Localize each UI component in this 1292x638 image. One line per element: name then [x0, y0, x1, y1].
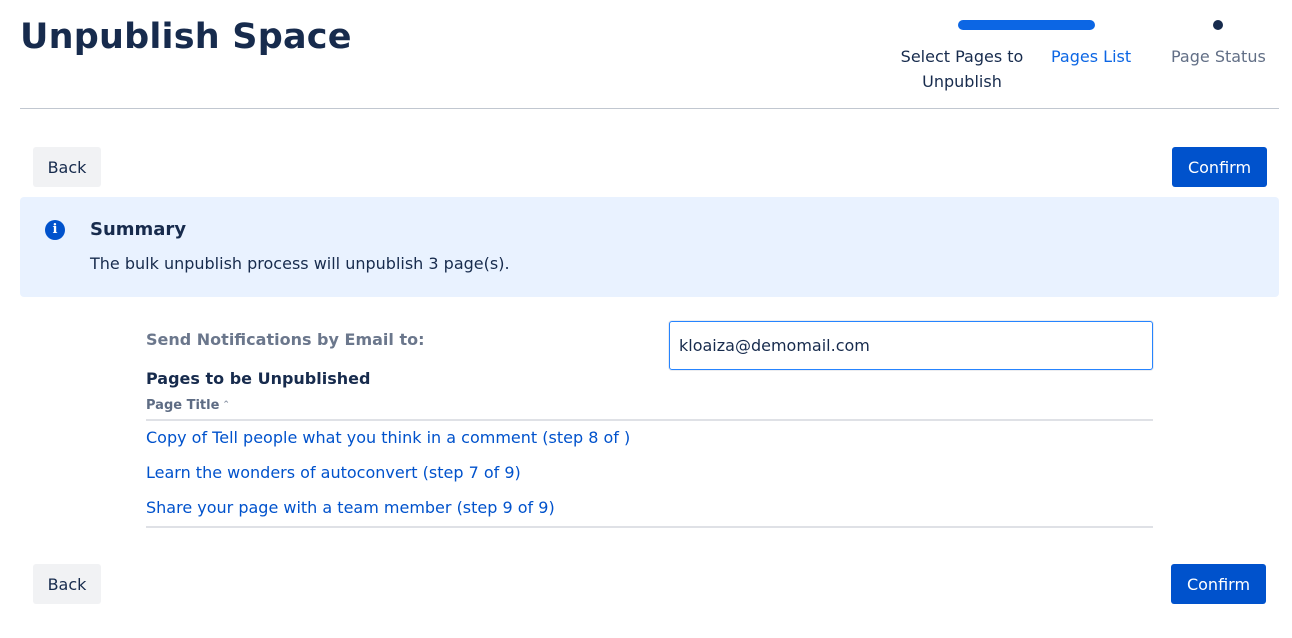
- tracker-dot-icon: [1213, 20, 1223, 30]
- table-row: Share your page with a team member (step…: [146, 491, 1153, 526]
- tracker-step-label: Pages List: [1051, 47, 1132, 66]
- back-button-top[interactable]: Back: [33, 147, 101, 187]
- column-header-label: Page Title: [146, 398, 220, 413]
- summary-panel: i Summary The bulk unpublish process wil…: [20, 197, 1279, 297]
- page-title: Unpublish Space: [20, 17, 352, 57]
- back-button-bottom[interactable]: Back: [33, 564, 101, 604]
- tracker-progress-bar: [958, 20, 1095, 30]
- page-link[interactable]: Copy of Tell people what you think in a …: [146, 428, 630, 447]
- notification-email-label: Send Notifications by Email to:: [146, 330, 425, 349]
- info-icon: i: [45, 220, 65, 240]
- progress-tracker: Select Pages to Unpublish Pages List Pag…: [880, 18, 1280, 98]
- pages-heading: Pages to be Unpublished: [146, 369, 371, 388]
- notification-email-input[interactable]: [669, 321, 1153, 370]
- tracker-step-label: Select Pages to Unpublish: [900, 47, 1024, 91]
- confirm-button-bottom[interactable]: Confirm: [1171, 564, 1266, 604]
- table-row: Learn the wonders of autoconvert (step 7…: [146, 456, 1153, 491]
- summary-title: Summary: [90, 219, 187, 240]
- sort-icon: ⌃: [222, 400, 230, 410]
- header-divider: [20, 108, 1279, 109]
- summary-text: The bulk unpublish process will unpublis…: [90, 254, 510, 273]
- page-link[interactable]: Learn the wonders of autoconvert (step 7…: [146, 463, 521, 482]
- page-link[interactable]: Share your page with a team member (step…: [146, 498, 555, 517]
- confirm-button-top[interactable]: Confirm: [1172, 147, 1267, 187]
- table-row: Copy of Tell people what you think in a …: [146, 421, 1153, 456]
- tracker-step-label: Page Status: [1171, 47, 1266, 66]
- page-title-column-header[interactable]: Page Title ⌃: [146, 395, 1153, 421]
- table-bottom-border: [146, 526, 1153, 528]
- pages-table: Page Title ⌃ Copy of Tell people what you…: [146, 395, 1153, 528]
